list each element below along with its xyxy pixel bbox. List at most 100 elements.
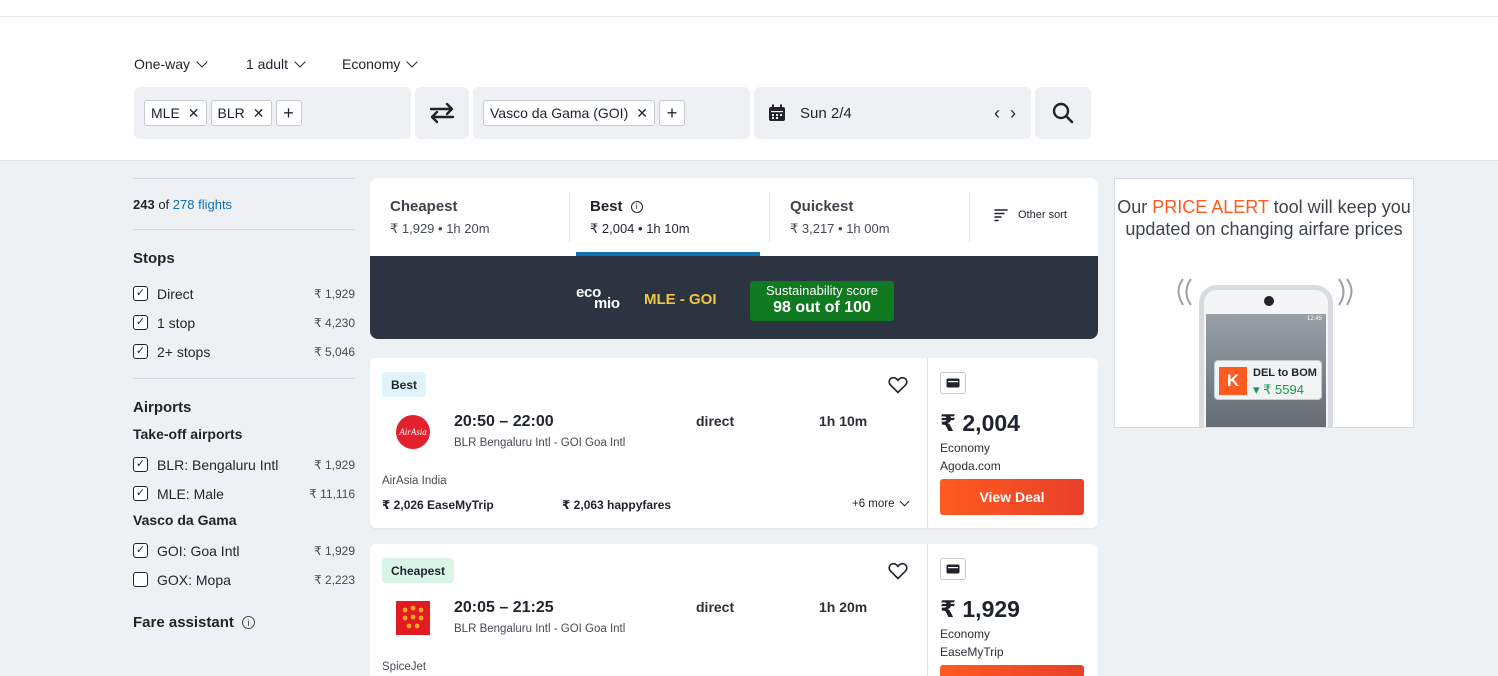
flight-route: BLR Bengaluru Intl - GOI Goa Intl <box>454 623 626 635</box>
price: ₹ 2,004 <box>940 410 1020 436</box>
info-icon[interactable]: i <box>241 616 255 629</box>
count-shown: 243 <box>133 197 155 212</box>
provider: Agoda.com <box>940 459 1001 473</box>
view-deal-button[interactable] <box>940 665 1084 676</box>
heart-icon[interactable] <box>888 376 908 394</box>
filter-airport-gox[interactable]: GOX: Mopa ₹ 2,223 <box>133 565 355 594</box>
landing-title: Vasco da Gama <box>133 512 237 528</box>
stops-title: Stops <box>133 250 175 267</box>
filter-stop-2plus[interactable]: ✓ 2+ stops ₹ 5,046 <box>133 337 355 366</box>
tab-cheapest[interactable]: Cheapest ₹ 1,929 • 1h 20m <box>370 192 570 242</box>
filter-label: MLE: Male <box>157 485 224 502</box>
filter-price: ₹ 1,929 <box>314 457 355 472</box>
divider <box>133 178 355 179</box>
view-deal-button[interactable]: View Deal <box>940 479 1084 515</box>
result-card[interactable]: Cheapest 20:05 – 21:25 BLR Bengaluru Int… <box>370 544 1098 676</box>
search-header: One-way 1 adult Economy MLE ✕ BLR ✕ + Va… <box>0 0 1498 161</box>
provider: EaseMyTrip <box>940 645 1004 659</box>
ad-highlight: PRICE ALERT <box>1152 197 1269 217</box>
filter-label: Direct <box>157 285 194 302</box>
filters-panel: 243 of 278 flights Stops ✓ Direct ₹ 1,929… <box>133 178 355 643</box>
filter-price: ₹ 5,046 <box>314 344 355 359</box>
cabin-dropdown[interactable]: Economy <box>342 55 419 72</box>
tab-quickest[interactable]: Quickest ₹ 3,217 • 1h 00m <box>770 192 970 242</box>
filter-price: ₹ 1,929 <box>314 543 355 558</box>
filter-label: 2+ stops <box>157 343 211 360</box>
filter-price: ₹ 1,929 <box>314 286 355 301</box>
trip-type-dropdown[interactable]: One-way <box>134 55 208 72</box>
date-field[interactable]: Sun 2/4 ‹ › <box>754 87 1031 139</box>
tab-best[interactable]: Best i ₹ 2,004 • 1h 10m <box>570 192 770 242</box>
origin-field[interactable]: MLE ✕ BLR ✕ + <box>134 87 411 139</box>
flight-times: 20:05 – 21:25 <box>454 599 554 616</box>
result-details: Cheapest 20:05 – 21:25 BLR Bengaluru Int… <box>370 544 928 676</box>
airline-name: AirAsia India <box>382 475 447 487</box>
travelers-dropdown[interactable]: 1 adult <box>246 55 306 72</box>
filter-airport-goi[interactable]: ✓ GOI: Goa Intl ₹ 1,929 <box>133 536 355 565</box>
flight-stops: direct <box>696 599 735 615</box>
more-label: +6 more <box>852 498 895 510</box>
flight-route: BLR Bengaluru Intl - GOI Goa Intl <box>454 437 626 449</box>
chevron-down-icon <box>196 55 208 68</box>
ad-text: updated on changing airfare prices <box>1125 219 1403 239</box>
ad-text: tool will keep you <box>1268 197 1411 217</box>
tab-subtitle: ₹ 1,929 • 1h 20m <box>390 221 490 236</box>
add-origin-button[interactable]: + <box>275 100 302 126</box>
tab-title: Cheapest <box>390 198 458 215</box>
price: ₹ 1,929 <box>940 596 1020 622</box>
filter-airport-mle[interactable]: ✓ MLE: Male ₹ 11,116 <box>133 479 355 508</box>
checkbox-checked[interactable]: ✓ <box>133 457 148 472</box>
sort-icon <box>994 209 1008 222</box>
alt-price[interactable]: ₹ 2,026 EaseMyTrip <box>382 498 494 512</box>
remove-icon[interactable]: ✕ <box>253 105 265 122</box>
chevron-down-icon <box>406 55 419 68</box>
divider <box>133 229 355 230</box>
prev-date-icon[interactable]: ‹ <box>994 103 1000 124</box>
next-date-icon[interactable]: › <box>1010 103 1016 124</box>
ad-headline: Our PRICE ALERT tool will keep you updat… <box>1115 196 1413 240</box>
filter-price: ₹ 11,116 <box>309 486 355 501</box>
checkbox-checked[interactable]: ✓ <box>133 543 148 558</box>
search-button[interactable] <box>1035 87 1091 139</box>
cabin-label: Economy <box>342 56 401 72</box>
add-destination-button[interactable]: + <box>658 100 685 126</box>
checkbox-checked[interactable]: ✓ <box>133 286 148 301</box>
checkbox-checked[interactable]: ✓ <box>133 344 148 359</box>
notification-price: ▾ ₹ 5594 <box>1253 382 1304 397</box>
cabin-class: Economy <box>940 441 991 455</box>
flight-duration: 1h 10m <box>819 413 868 429</box>
price-panel: ₹ 2,004 Economy Agoda.com View Deal <box>928 358 1098 528</box>
remove-icon[interactable]: ✕ <box>636 105 648 122</box>
other-sort-label: Other sort <box>1018 209 1067 221</box>
remove-icon[interactable]: ✕ <box>188 105 200 122</box>
alt-price[interactable]: ₹ 2,063 happyfares <box>562 498 671 512</box>
score-label: Sustainability score <box>766 283 878 298</box>
info-icon[interactable]: i <box>630 200 643 213</box>
heart-icon[interactable] <box>888 562 908 580</box>
tab-subtitle: ₹ 3,217 • 1h 00m <box>790 221 890 236</box>
divider <box>0 16 1498 17</box>
filter-airport-blr[interactable]: ✓ BLR: Bengaluru Intl ₹ 1,929 <box>133 450 355 479</box>
bag-icon <box>940 372 966 394</box>
sort-tabs: Cheapest ₹ 1,929 • 1h 20m Best i ₹ 2,004… <box>370 178 1098 256</box>
more-deals-button[interactable]: +6 more <box>852 496 909 510</box>
filter-label: GOI: Goa Intl <box>157 542 240 559</box>
divider <box>133 378 355 379</box>
count-total-link[interactable]: 278 flights <box>173 197 232 212</box>
checkbox-unchecked[interactable] <box>133 572 148 587</box>
price-alert-ad[interactable]: Our PRICE ALERT tool will keep you updat… <box>1114 178 1414 428</box>
other-sort-button[interactable]: Other sort <box>994 208 1067 222</box>
airasia-logo: AirAsia <box>396 415 430 449</box>
swap-button[interactable] <box>415 87 469 139</box>
checkbox-checked[interactable]: ✓ <box>133 486 148 501</box>
destination-field[interactable]: Vasco da Gama (GOI) ✕ + <box>473 87 750 139</box>
phone-screen: 12:45 K DEL to BOM ▾ ₹ 5594 <box>1206 314 1326 427</box>
result-card[interactable]: Best AirAsia 20:50 – 22:00 BLR Bengaluru… <box>370 358 1098 528</box>
filter-stop-1[interactable]: ✓ 1 stop ₹ 4,230 <box>133 308 355 337</box>
airports-title: Airports <box>133 399 192 416</box>
fare-assistant-header[interactable]: Fare assistant i <box>133 614 355 631</box>
takeoff-title: Take-off airports <box>133 426 243 442</box>
eco-route: MLE - GOI <box>644 291 717 308</box>
checkbox-checked[interactable]: ✓ <box>133 315 148 330</box>
filter-stop-direct[interactable]: ✓ Direct ₹ 1,929 <box>133 279 355 308</box>
